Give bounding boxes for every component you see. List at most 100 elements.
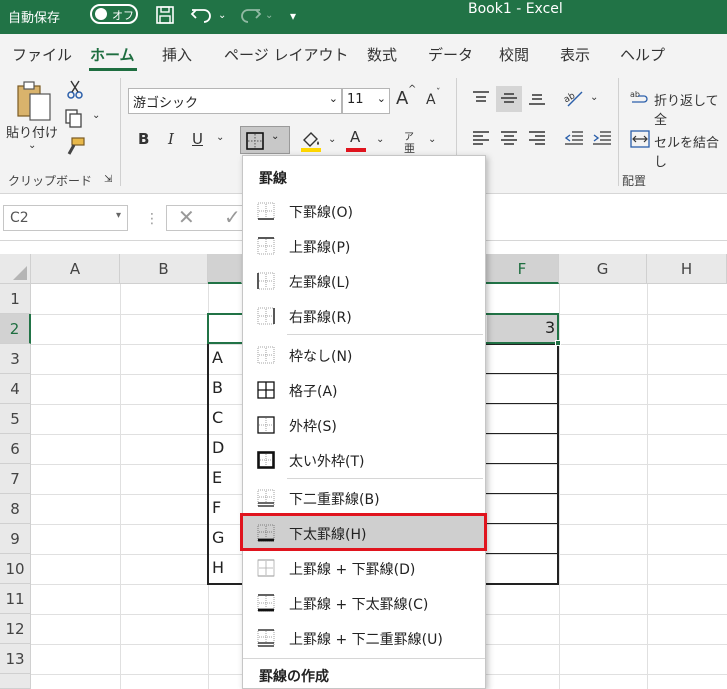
menu-item-no-border[interactable]: 枠なし(N) [243,338,485,372]
align-right-icon[interactable] [528,130,546,150]
wrap-text-label[interactable]: 折り返して全 [654,90,727,128]
underline-dropdown-icon[interactable]: ⌄ [216,132,224,143]
row-header-12[interactable]: 12 [0,614,31,644]
row-header-5[interactable]: 5 [0,404,31,434]
tab-review[interactable]: 校閲 [499,44,529,65]
fill-handle[interactable] [555,340,561,346]
decrease-indent-icon[interactable] [564,130,584,150]
fill-color-dropdown-icon[interactable]: ⌄ [328,134,336,145]
row-header-7[interactable]: 7 [0,464,31,494]
bold-button[interactable]: B [138,130,149,148]
menu-item-right-border[interactable]: 右罫線(R) [243,299,485,333]
menu-item-top-and-double-bottom-border[interactable]: 上罫線 + 下二重罫線(U) [243,621,485,655]
menu-item-bottom-double-border[interactable]: 下二重罫線(B) [243,481,485,515]
row-header-3[interactable]: 3 [0,344,31,374]
tab-view[interactable]: 表示 [560,44,590,65]
column-header-c[interactable] [208,254,242,284]
row-header-4[interactable]: 4 [0,374,31,404]
row-header-8[interactable]: 8 [0,494,31,524]
undo-dropdown-icon[interactable]: ⌄ [218,4,226,30]
fill-color-icon[interactable] [300,130,322,158]
copy-icon[interactable] [64,108,84,132]
menu-item-thick-outside-borders[interactable]: 太い外枠(T) [243,443,485,477]
shrink-font-button[interactable]: A [426,92,436,108]
cell-c8[interactable]: F [212,498,221,517]
copy-dropdown-icon[interactable]: ⌄ [92,110,100,121]
clipboard-launcher-icon[interactable]: ⇲ [104,174,112,185]
align-center-icon[interactable] [500,130,518,150]
cell-c4[interactable]: B [212,378,223,397]
column-header-b[interactable]: B [120,254,208,284]
tab-data[interactable]: データ [428,44,473,65]
underline-button[interactable]: U [192,130,203,148]
menu-item-top-border[interactable]: 上罫線(P) [243,229,485,263]
name-box[interactable]: C2 ▾ [3,205,128,231]
cell-c7[interactable]: E [212,468,222,487]
row-header-14[interactable] [0,674,31,689]
cell-c9[interactable]: G [212,528,224,547]
merge-center-icon[interactable] [630,130,650,152]
save-icon[interactable] [155,4,175,30]
tab-file[interactable]: ファイル [12,44,72,65]
font-name-dropdown-icon[interactable]: ⌄ [329,92,338,105]
tab-insert[interactable]: 挿入 [162,44,192,65]
format-painter-icon[interactable] [64,136,86,162]
name-box-dropdown-icon[interactable]: ▾ [116,210,121,221]
row-header-9[interactable]: 9 [0,524,31,554]
font-color-dropdown-icon[interactable]: ⌄ [376,134,384,145]
font-size-dropdown-icon[interactable]: ⌄ [377,92,386,105]
font-size-box[interactable]: 11 ⌄ [342,88,390,114]
row-header-2[interactable]: 2 [0,314,31,344]
cell-c5[interactable]: C [212,408,223,427]
menu-item-bottom-border[interactable]: 下罫線(O) [243,194,485,228]
cancel-entry-icon[interactable]: ✕ [178,205,195,229]
paste-label[interactable]: 貼り付け [6,122,58,141]
cut-icon[interactable] [66,80,84,104]
menu-item-outside-borders[interactable]: 外枠(S) [243,408,485,442]
column-header-a[interactable]: A [31,254,120,284]
tab-home[interactable]: ホーム [90,44,135,65]
paste-icon[interactable] [14,80,54,128]
column-header-f[interactable]: F [486,254,559,284]
merge-center-label[interactable]: セルを結合し [654,132,727,170]
confirm-entry-icon[interactable]: ✓ [224,205,241,229]
font-name-box[interactable]: 游ゴシック ⌄ [128,88,342,114]
customize-toolbar-icon[interactable]: ▾ [290,4,296,30]
increase-indent-icon[interactable] [592,130,612,150]
cell-c10[interactable]: H [212,558,224,577]
cell-c6[interactable]: D [212,438,224,457]
phonetic-bottom-label[interactable]: 亜 [404,140,415,156]
menu-item-all-borders[interactable]: 格子(A) [243,373,485,407]
menu-item-left-border[interactable]: 左罫線(L) [243,264,485,298]
redo-icon [238,4,262,30]
row-header-6[interactable]: 6 [0,434,31,464]
undo-icon[interactable] [190,4,214,30]
tab-help[interactable]: ヘルプ [620,44,665,65]
column-header-h[interactable]: H [647,254,727,284]
tab-formulas[interactable]: 数式 [367,44,397,65]
autosave-toggle[interactable]: オフ [90,4,138,24]
wrap-text-icon[interactable]: ab [630,88,650,112]
menu-item-top-and-thick-bottom-border[interactable]: 上罫線 + 下太罫線(C) [243,586,485,620]
row-header-13[interactable]: 13 [0,644,31,674]
row-header-10[interactable]: 10 [0,554,31,584]
menu-item-top-and-bottom-border[interactable]: 上罫線 + 下罫線(D) [243,551,485,585]
paste-dropdown-icon[interactable]: ⌄ [28,140,36,151]
align-top-icon[interactable] [472,90,490,110]
grow-font-button[interactable]: A [396,88,408,109]
font-color-button[interactable]: A [350,128,360,146]
select-all-button[interactable] [0,254,31,284]
cell-c3[interactable]: A [212,348,223,367]
row-header-11[interactable]: 11 [0,584,31,614]
align-left-icon[interactable] [472,130,490,150]
orientation-dropdown-icon[interactable]: ⌄ [590,92,598,103]
column-header-g[interactable]: G [559,254,647,284]
tab-page-layout[interactable]: ページ レイアウト [224,44,348,65]
cell-f2[interactable]: 3 [545,318,555,337]
row-header-1[interactable]: 1 [0,284,31,314]
borders-button[interactable]: ⌄ [240,126,290,154]
italic-button[interactable]: I [168,130,174,148]
align-bottom-icon[interactable] [528,90,546,110]
phonetic-dropdown-icon[interactable]: ⌄ [428,134,436,145]
orientation-icon[interactable]: ab [562,88,586,112]
